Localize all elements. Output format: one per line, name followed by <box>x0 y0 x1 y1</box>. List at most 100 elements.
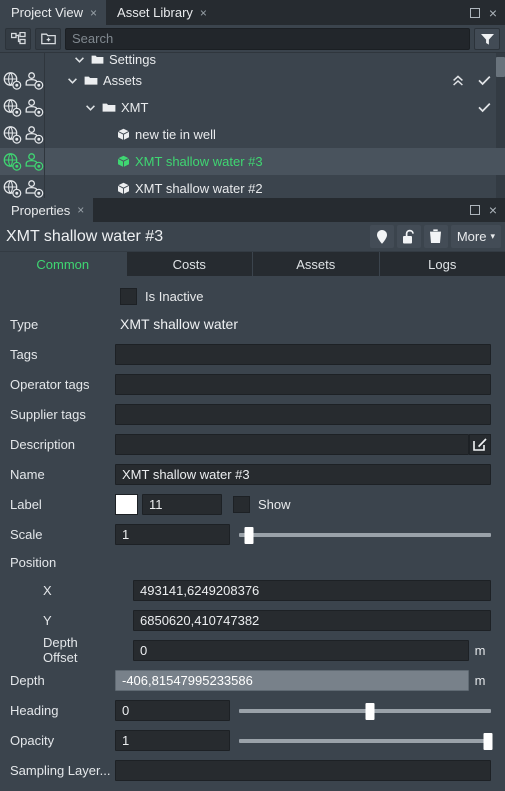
tree-row[interactable]: Assets <box>0 67 505 94</box>
tree-row-actions <box>478 102 505 113</box>
position-x-input[interactable] <box>133 579 491 601</box>
lock-button[interactable] <box>396 225 421 248</box>
tab-properties[interactable]: Properties × <box>0 198 94 222</box>
locate-button[interactable] <box>369 225 394 248</box>
tags-input[interactable] <box>115 343 491 365</box>
tree-item-assets[interactable]: Assets <box>45 73 142 88</box>
label-show-label: Show <box>258 496 291 512</box>
tree-item-assets-label: Assets <box>103 73 143 88</box>
operator-tags-row: Operator tags <box>0 369 505 399</box>
new-folder-button[interactable] <box>35 27 61 50</box>
tab-project-view[interactable]: Project View × <box>0 0 107 25</box>
tab-costs[interactable]: Costs <box>126 252 253 276</box>
tab-assets[interactable]: Assets <box>253 252 380 276</box>
supplier-tags-input[interactable] <box>115 403 491 425</box>
tab-common[interactable]: Common <box>0 252 127 276</box>
depth-offset-row: Depth Offset m <box>0 635 505 665</box>
close-icon[interactable]: × <box>489 203 497 217</box>
is-inactive-label: Is Inactive <box>145 288 204 304</box>
tree-row-actions <box>452 74 505 87</box>
tree-row[interactable]: XMT shallow water #2 <box>0 175 505 198</box>
tab-logs[interactable]: Logs <box>379 252 505 276</box>
description-input[interactable] <box>115 433 469 455</box>
user-visibility-icon[interactable] <box>25 98 44 117</box>
position-y-input[interactable] <box>133 609 491 631</box>
globe-visibility-icon[interactable] <box>3 179 22 198</box>
tree-item-xmt[interactable]: XMT <box>45 100 148 115</box>
description-edit-button[interactable] <box>469 433 491 455</box>
close-icon[interactable]: × <box>489 6 497 20</box>
opacity-slider-thumb[interactable] <box>483 732 493 750</box>
globe-visibility-icon[interactable] <box>3 152 22 171</box>
window-controls: × <box>469 0 505 25</box>
label-show-checkbox[interactable] <box>233 495 250 513</box>
opacity-slider[interactable] <box>239 730 493 751</box>
description-row: Description <box>0 429 505 459</box>
is-inactive-checkbox[interactable] <box>120 287 137 305</box>
tree-row[interactable]: new tie in well <box>0 121 505 148</box>
tree-row[interactable]: XMT shallow water #3 <box>0 148 505 175</box>
sampling-layer-input[interactable] <box>115 759 491 781</box>
project-tree[interactable]: Settings Assets XMT new tie in well XMT … <box>0 52 505 198</box>
chevron-down-icon[interactable] <box>72 56 86 63</box>
tree-row[interactable]: Settings <box>0 53 505 67</box>
scale-input[interactable] <box>115 523 230 545</box>
tab-asset-library[interactable]: Asset Library × <box>106 0 216 25</box>
maximize-icon[interactable] <box>469 205 480 215</box>
depth-offset-input[interactable] <box>133 639 469 661</box>
page-title: XMT shallow water #3 <box>6 227 164 245</box>
name-input[interactable] <box>115 463 491 485</box>
maximize-icon[interactable] <box>469 7 480 18</box>
globe-visibility-icon[interactable] <box>3 98 22 117</box>
tree-row[interactable]: XMT <box>0 94 505 121</box>
cube-asset-icon <box>117 128 130 141</box>
tab-logs-label: Logs <box>428 256 457 272</box>
project-view-toolbar <box>0 25 505 52</box>
user-visibility-icon[interactable] <box>25 152 44 171</box>
name-label: Name <box>10 466 45 482</box>
tree-item-settings[interactable]: Settings <box>45 53 156 67</box>
chevron-down-icon: ▾ <box>490 231 495 241</box>
collapse-all-icon[interactable] <box>452 74 464 87</box>
check-icon[interactable] <box>478 102 491 113</box>
check-icon[interactable] <box>478 75 491 86</box>
more-button[interactable]: More ▾ <box>450 225 501 248</box>
filter-button[interactable] <box>474 27 500 50</box>
properties-tabbar: Properties × × <box>0 198 505 222</box>
tab-properties-close-icon[interactable]: × <box>77 204 84 216</box>
tree-item-xmt-shallow-water-2[interactable]: XMT shallow water #2 <box>45 181 263 196</box>
heading-input[interactable] <box>115 699 230 721</box>
position-row: Position <box>0 549 505 575</box>
globe-visibility-icon[interactable] <box>3 125 22 144</box>
chevron-down-icon[interactable] <box>83 104 97 111</box>
scale-slider-thumb[interactable] <box>244 526 254 544</box>
depth-value <box>115 669 469 691</box>
user-visibility-icon[interactable] <box>25 71 44 90</box>
search-input[interactable] <box>65 27 470 50</box>
tab-costs-label: Costs <box>172 256 206 272</box>
user-visibility-icon[interactable] <box>25 179 44 198</box>
tree-item-new-tie-in-well-label: new tie in well <box>135 127 216 142</box>
tree-hierarchy-button[interactable] <box>5 27 31 50</box>
tree-item-new-tie-in-well[interactable]: new tie in well <box>45 127 216 142</box>
tree-item-xmt-shallow-water-3[interactable]: XMT shallow water #3 <box>45 154 263 169</box>
folder-icon <box>91 54 104 65</box>
label-label: Label <box>10 496 42 512</box>
delete-button[interactable] <box>423 225 448 248</box>
tab-project-view-close-icon[interactable]: × <box>90 7 97 19</box>
operator-tags-label: Operator tags <box>10 376 90 392</box>
heading-slider[interactable] <box>239 700 491 721</box>
properties-header: XMT shallow water #3 More ▾ <box>0 222 505 252</box>
tab-asset-library-close-icon[interactable]: × <box>200 7 207 19</box>
map-pin-icon <box>376 229 387 244</box>
chevron-down-icon[interactable] <box>65 77 79 84</box>
operator-tags-input[interactable] <box>115 373 491 395</box>
globe-visibility-icon[interactable] <box>3 71 22 90</box>
tree-row-gutter <box>0 67 45 94</box>
heading-slider-thumb[interactable] <box>365 702 375 720</box>
label-size-input[interactable] <box>142 493 222 515</box>
scale-slider[interactable] <box>239 524 491 545</box>
opacity-input[interactable] <box>115 729 230 751</box>
user-visibility-icon[interactable] <box>25 125 44 144</box>
label-color-swatch[interactable] <box>115 493 138 515</box>
